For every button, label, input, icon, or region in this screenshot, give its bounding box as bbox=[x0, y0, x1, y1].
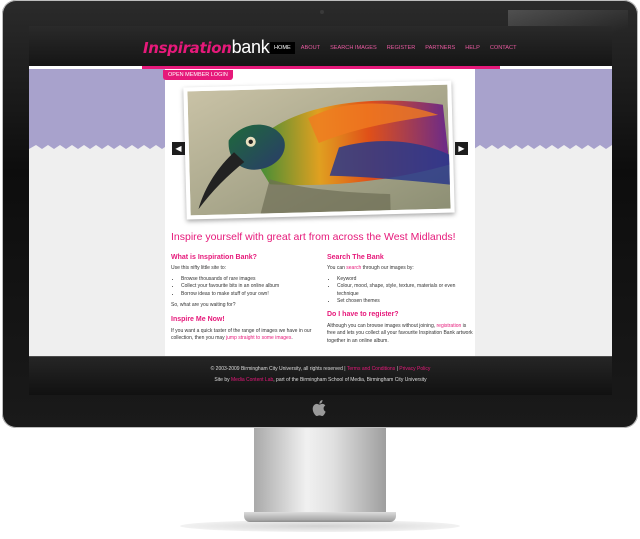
what-is-intro: Use this nifty little site to: bbox=[171, 265, 227, 272]
nav-about[interactable]: ABOUT bbox=[297, 42, 324, 54]
logo-word-bank: bank bbox=[231, 37, 270, 57]
list-item: Colour, mood, shape, style, texture, mat… bbox=[337, 283, 475, 298]
jump-to-images-link[interactable]: jump straight to some images bbox=[226, 335, 291, 341]
inspire-text-end: . bbox=[291, 335, 293, 342]
media-content-lab-link[interactable]: Media Content Lab bbox=[231, 377, 273, 383]
right-column: Search The Bank You can search through o… bbox=[327, 254, 475, 348]
search-bank-heading: Search The Bank bbox=[327, 254, 384, 261]
terms-link[interactable]: Terms and Conditions bbox=[347, 366, 395, 372]
nav-help[interactable]: HELP bbox=[461, 42, 484, 54]
site-logo[interactable]: Inspirationbank bbox=[143, 37, 270, 58]
registration-link[interactable]: registration bbox=[437, 323, 462, 329]
register-text-start: Although you can browse images without j… bbox=[327, 322, 437, 329]
list-item: Borrow ideas to make stuff of your own! bbox=[181, 291, 319, 298]
site-by-rest: , part of the Birmingham School of Media… bbox=[273, 377, 427, 383]
left-column: What is Inspiration Bank? Use this nifty… bbox=[171, 254, 319, 346]
nav-home[interactable]: HOME bbox=[270, 42, 295, 54]
monitor-stand bbox=[254, 428, 386, 516]
logo-word-inspiration: Inspiration bbox=[143, 39, 232, 57]
list-item: Collect your favourite bits in an online… bbox=[181, 283, 319, 290]
hero-bird-artwork bbox=[187, 84, 451, 216]
nav-contact[interactable]: CONTACT bbox=[486, 42, 521, 54]
copyright-text: © 2003-2009 Birmingham City University, … bbox=[210, 366, 347, 372]
search-link[interactable]: search bbox=[346, 265, 361, 271]
search-bank-text: You can search through our images by: bbox=[327, 265, 475, 272]
site-footer bbox=[29, 356, 612, 395]
footer-divider bbox=[29, 356, 612, 357]
next-slide-button[interactable]: ▶ bbox=[455, 142, 468, 155]
what-is-outro: So, what are you waiting for? bbox=[171, 302, 236, 309]
inspire-me-text: If you want a quick taster of the range … bbox=[171, 328, 319, 343]
inspire-me-heading: Inspire Me Now! bbox=[171, 316, 225, 324]
privacy-link[interactable]: Privacy Policy bbox=[399, 366, 430, 372]
search-text-start: You can bbox=[327, 265, 347, 272]
site-by-text: Site by bbox=[214, 377, 231, 383]
nav-register[interactable]: REGISTER bbox=[383, 42, 420, 54]
list-item: Set chosen themes bbox=[337, 298, 475, 305]
site-header: Inspirationbank HOME ABOUT SEARCH IMAGES… bbox=[29, 26, 612, 66]
register-heading: Do I have to register? bbox=[327, 311, 399, 319]
footer-credit-line: Site by Media Content Lab, part of the B… bbox=[29, 377, 612, 383]
apple-logo-icon bbox=[312, 400, 326, 416]
search-text-end: through our images by: bbox=[361, 265, 414, 272]
nav-search-images[interactable]: SEARCH IMAGES bbox=[326, 42, 381, 54]
what-is-heading: What is Inspiration Bank? bbox=[171, 254, 257, 261]
main-nav: HOME ABOUT SEARCH IMAGES REGISTER PARTNE… bbox=[270, 42, 521, 54]
search-bank-list: Keyword Colour, mood, shape, style, text… bbox=[327, 276, 475, 306]
footer-copyright-line: © 2003-2009 Birmingham City University, … bbox=[29, 366, 612, 372]
register-text: Although you can browse images without j… bbox=[327, 323, 475, 345]
stand-shadow bbox=[180, 520, 460, 532]
page-tagline: Inspire yourself with great art from acr… bbox=[171, 231, 456, 243]
what-is-list: Browse thousands of rare images Collect … bbox=[171, 276, 319, 298]
hero-image-frame bbox=[183, 80, 455, 220]
website-screen: Inspirationbank HOME ABOUT SEARCH IMAGES… bbox=[29, 26, 612, 395]
member-login-button[interactable]: OPEN MEMBER LOGIN bbox=[163, 70, 233, 80]
prev-slide-button[interactable]: ◀ bbox=[172, 142, 185, 155]
list-item: Browse thousands of rare images bbox=[181, 276, 319, 283]
camera-dot bbox=[320, 10, 324, 14]
list-item: Keyword bbox=[337, 276, 475, 283]
nav-partners[interactable]: PARTNERS bbox=[421, 42, 459, 54]
